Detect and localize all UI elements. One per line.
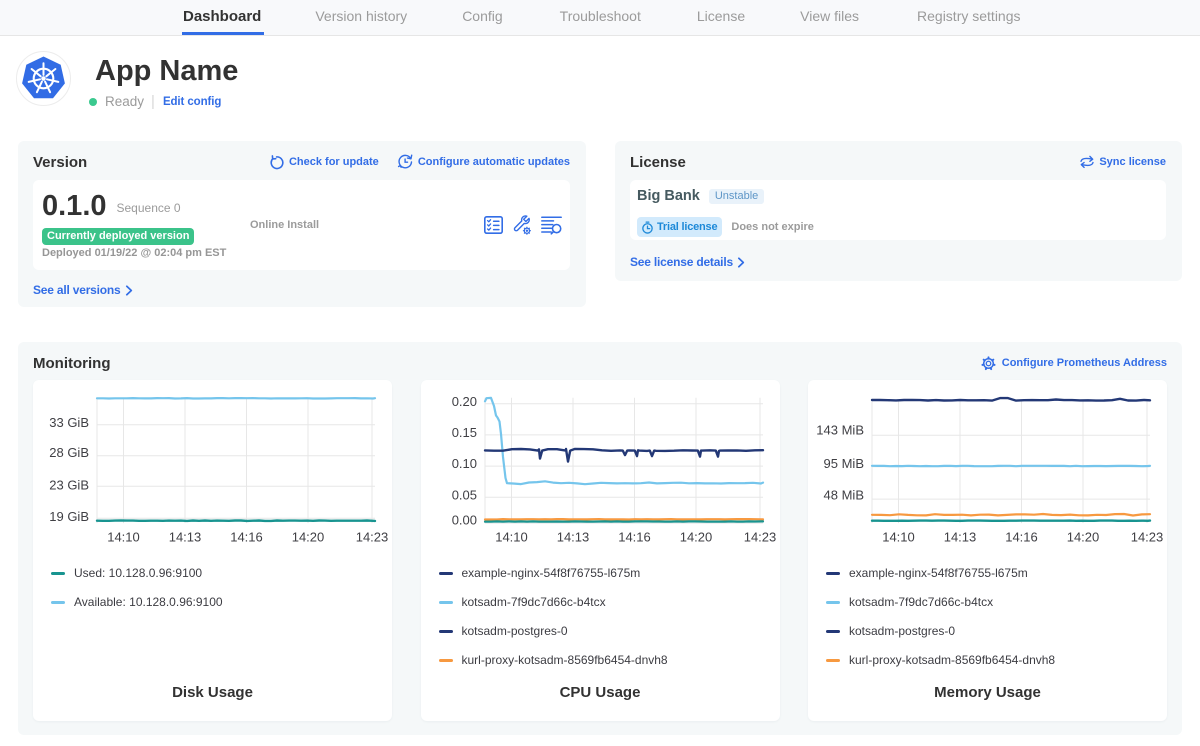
svg-text:14:20: 14:20 bbox=[679, 530, 712, 545]
svg-text:0.20: 0.20 bbox=[451, 394, 476, 409]
svg-text:143 MiB: 143 MiB bbox=[816, 423, 864, 438]
svg-text:0.00: 0.00 bbox=[451, 513, 476, 528]
svg-text:14:16: 14:16 bbox=[618, 530, 651, 545]
svg-text:0.15: 0.15 bbox=[451, 425, 476, 440]
svg-text:14:20: 14:20 bbox=[292, 530, 325, 545]
svg-text:19 GiB: 19 GiB bbox=[49, 509, 89, 524]
svg-text:14:23: 14:23 bbox=[743, 530, 776, 545]
svg-text:14:20: 14:20 bbox=[1067, 530, 1100, 545]
svg-text:14:13: 14:13 bbox=[169, 530, 202, 545]
svg-text:14:16: 14:16 bbox=[1005, 530, 1038, 545]
svg-text:14:16: 14:16 bbox=[230, 530, 263, 545]
svg-text:14:10: 14:10 bbox=[495, 530, 528, 545]
svg-text:14:23: 14:23 bbox=[1131, 530, 1164, 545]
svg-text:14:23: 14:23 bbox=[356, 530, 389, 545]
svg-text:33 GiB: 33 GiB bbox=[49, 415, 89, 430]
svg-text:14:13: 14:13 bbox=[556, 530, 589, 545]
svg-text:0.05: 0.05 bbox=[451, 487, 476, 502]
svg-text:0.10: 0.10 bbox=[451, 456, 476, 471]
svg-text:48 MiB: 48 MiB bbox=[824, 488, 864, 503]
svg-text:95 MiB: 95 MiB bbox=[824, 456, 864, 471]
svg-text:14:10: 14:10 bbox=[107, 530, 140, 545]
svg-text:23 GiB: 23 GiB bbox=[49, 478, 89, 493]
svg-text:28 GiB: 28 GiB bbox=[49, 445, 89, 460]
svg-text:14:13: 14:13 bbox=[944, 530, 977, 545]
svg-text:14:10: 14:10 bbox=[882, 530, 915, 545]
